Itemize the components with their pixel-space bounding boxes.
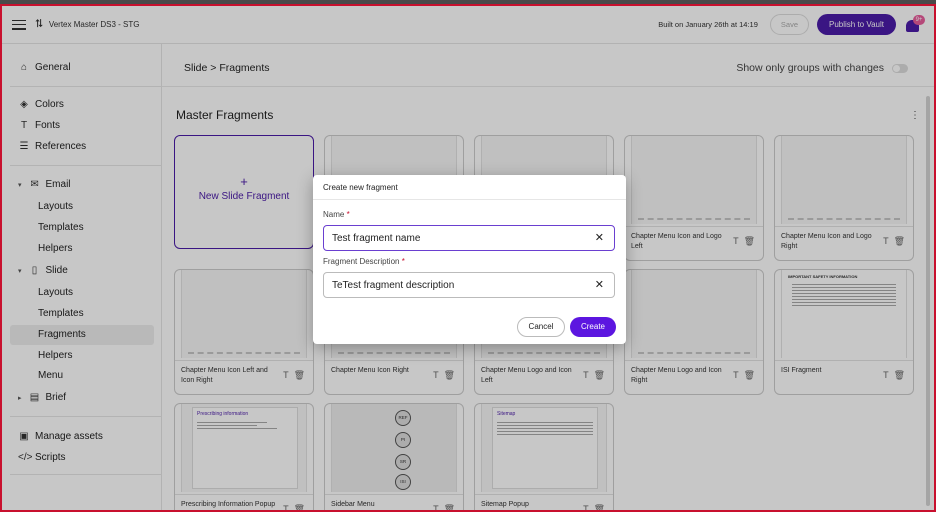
name-input[interactable]: Test fragment name ✕ — [323, 225, 615, 251]
clear-description-icon[interactable]: ✕ — [595, 278, 604, 291]
description-input-value: TeTest fragment description — [332, 279, 455, 291]
name-field-label: Name * — [323, 210, 350, 219]
cancel-button[interactable]: Cancel — [517, 317, 565, 337]
description-input[interactable]: TeTest fragment description ✕ — [323, 272, 615, 298]
create-fragment-dialog: Create new fragment Name * Test fragment… — [313, 175, 626, 344]
clear-name-icon[interactable]: ✕ — [595, 231, 604, 244]
create-button[interactable]: Create — [570, 317, 616, 337]
name-input-value: Test fragment name — [332, 232, 421, 244]
app-window: ⮁ Vertex Master DS3 - STG Built on Janua… — [0, 4, 936, 512]
dialog-title: Create new fragment — [323, 183, 398, 192]
description-field-label: Fragment Description * — [323, 257, 405, 266]
